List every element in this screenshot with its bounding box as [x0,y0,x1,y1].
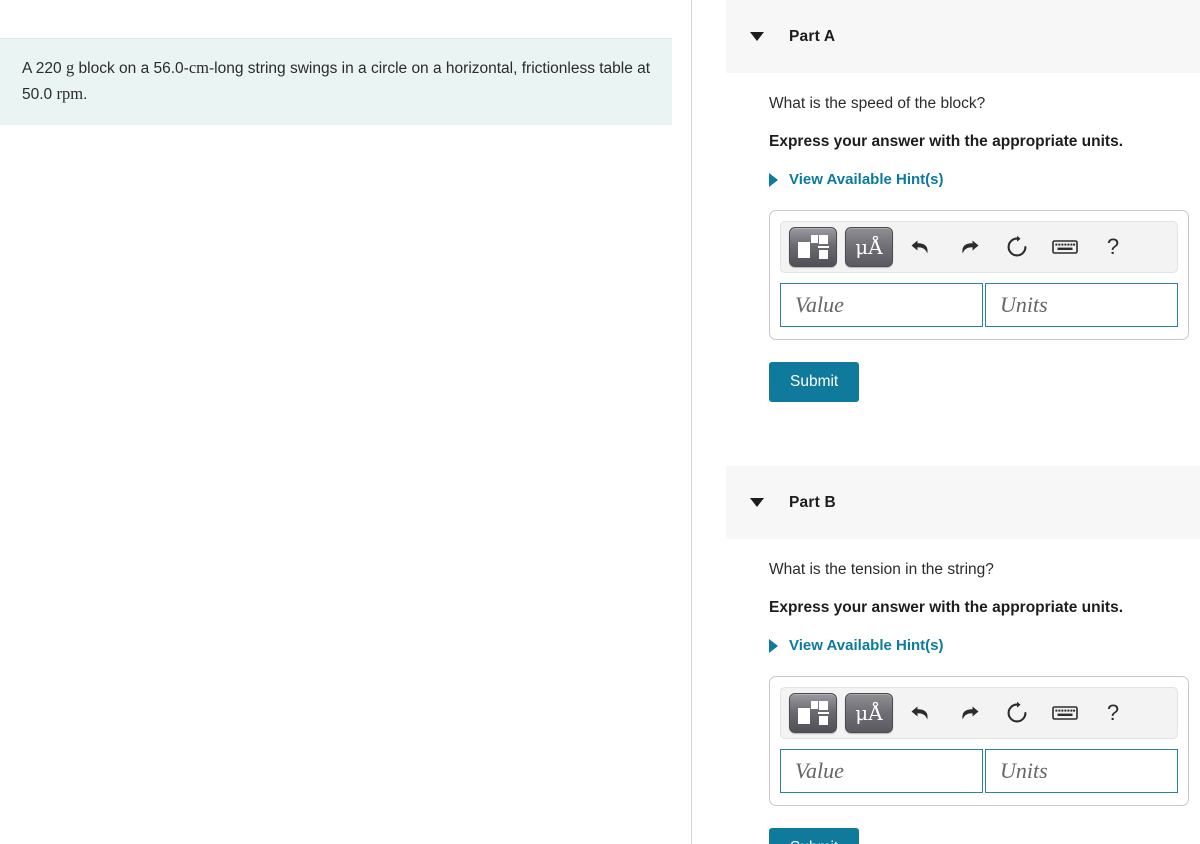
chevron-down-icon-a[interactable] [750,32,764,41]
units-glyph-b: μÅ [855,701,883,725]
value-placeholder-a: Value [795,292,844,317]
problem-statement-box: A 220 g block on a 56.0-cm-long string s… [0,38,672,126]
undo-icon-a[interactable] [901,228,941,266]
units-glyph-a: μÅ [855,235,883,259]
problem-seg-3: cm [188,58,209,77]
problem-statement-text: A 220 g block on a 56.0-cm-long string s… [22,55,652,107]
math-toolbar-b: μÅ ? [780,687,1178,739]
view-hints-label-b: View Available Hint(s) [789,637,944,654]
units-input-b[interactable]: Units [984,749,1178,793]
units-icon-a[interactable]: μÅ [845,227,893,267]
answer-fields-b: Value Units [780,749,1178,793]
value-input-a[interactable]: Value [780,283,983,327]
help-glyph-b: ? [1106,700,1120,725]
part-body-b: What is the tension in the string? Expre… [692,539,1200,844]
help-glyph-a: ? [1106,234,1120,259]
problem-seg-1: g [65,58,75,77]
view-hints-label-a: View Available Hint(s) [789,171,944,188]
instruction-text-a: Express your answer with the appropriate… [769,133,1124,150]
redo-icon-b[interactable] [949,694,989,732]
submit-button-b[interactable]: Submit [769,828,860,844]
template-glyph-b [798,700,829,726]
chevron-down-icon-b[interactable] [750,498,764,507]
problem-seg-5: rpm [56,84,84,104]
view-hints-link-b[interactable]: View Available Hint(s) [769,637,944,654]
units-input-a[interactable]: Units [984,283,1178,327]
page-root: A 220 g block on a 56.0-cm-long string s… [0,0,1200,844]
help-icon-b[interactable]: ? [1093,694,1133,732]
reset-icon-a[interactable] [997,228,1037,266]
redo-icon-a[interactable] [949,228,989,266]
answer-box-a: μÅ ? Value Units [769,210,1189,340]
help-icon-a[interactable]: ? [1093,228,1133,266]
answer-box-b: μÅ ? Value Units [769,676,1189,806]
view-hints-link-a[interactable]: View Available Hint(s) [769,171,944,188]
undo-icon-b[interactable] [901,694,941,732]
problem-pane: A 220 g block on a 56.0-cm-long string s… [0,0,691,844]
units-icon-b[interactable]: μÅ [845,693,893,733]
part-title-b: Part B [789,493,836,511]
answer-fields-a: Value Units [780,283,1178,327]
template-icon-b[interactable] [789,693,837,733]
value-input-b[interactable]: Value [780,749,983,793]
part-body-a: What is the speed of the block? Express … [692,73,1200,402]
units-placeholder-a: Units [999,292,1048,317]
keyboard-icon-a[interactable] [1045,228,1085,266]
math-toolbar-a: μÅ ? [780,221,1178,273]
parts-pane: Part A What is the speed of the block? E… [692,0,1200,844]
keyboard-icon-b[interactable] [1045,694,1085,732]
part-header-b[interactable]: Part B [726,466,1200,539]
chevron-right-icon-a [769,172,778,187]
value-placeholder-b: Value [795,758,844,783]
question-text-b: What is the tension in the string? [769,561,994,578]
submit-button-a[interactable]: Submit [769,362,860,402]
template-glyph-a [798,234,829,260]
question-text-a: What is the speed of the block? [769,95,986,112]
problem-seg-2: block on a 56.0- [74,60,189,77]
reset-icon-b[interactable] [997,694,1037,732]
units-placeholder-b: Units [999,758,1048,783]
problem-seg-0: A 220 [22,60,66,77]
instruction-text-b: Express your answer with the appropriate… [769,599,1124,616]
template-icon-a[interactable] [789,227,837,267]
chevron-right-icon-b [769,638,778,653]
part-title-a: Part A [789,27,836,45]
part-header-a[interactable]: Part A [726,0,1200,73]
problem-seg-6: . [83,86,88,104]
